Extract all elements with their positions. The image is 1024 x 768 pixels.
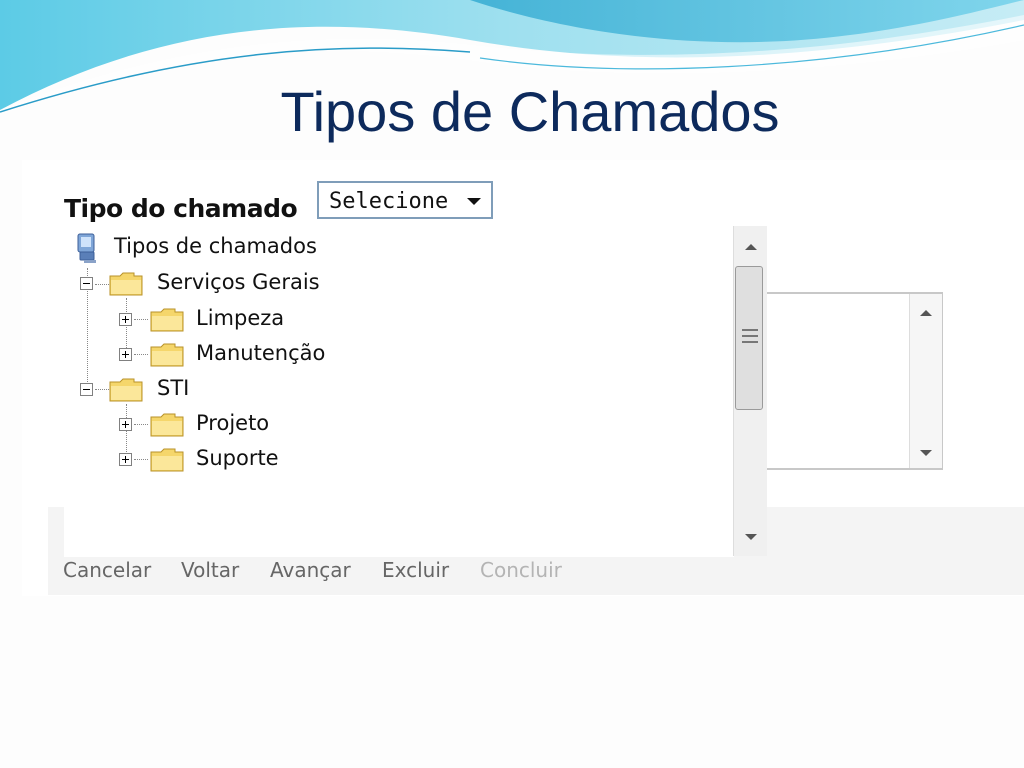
grip-icon: [742, 335, 758, 337]
collapse-icon[interactable]: [80, 383, 93, 396]
tree-root[interactable]: Tipos de chamados: [70, 232, 330, 263]
scrollbar-thumb[interactable]: [735, 266, 763, 410]
scroll-down-icon[interactable]: [734, 522, 767, 552]
back-link[interactable]: Voltar: [181, 558, 239, 582]
cancel-link[interactable]: Cancelar: [63, 558, 151, 582]
tree-node-label: Manutenção: [196, 341, 326, 365]
scroll-down-icon[interactable]: [910, 438, 942, 468]
computer-icon: [77, 233, 96, 263]
folder-icon: [109, 272, 143, 296]
textarea-scrollbar[interactable]: [909, 294, 942, 468]
expand-icon[interactable]: [119, 313, 132, 326]
ticket-type-select[interactable]: Selecione: [317, 181, 493, 219]
folder-icon: [150, 413, 184, 437]
tree-node-label: Projeto: [196, 411, 270, 435]
dropdown-arrow-icon: [467, 198, 481, 205]
finish-link: Concluir: [480, 558, 562, 582]
slide-title: Tipos de Chamados: [280, 80, 780, 143]
tree-node-limpeza[interactable]: Limpeza: [119, 304, 339, 334]
delete-link[interactable]: Excluir: [382, 558, 449, 582]
grip-icon: [742, 329, 758, 331]
tree-node-manutencao[interactable]: Manutenção: [119, 339, 359, 369]
collapse-icon[interactable]: [80, 277, 93, 290]
grip-icon: [742, 341, 758, 343]
footer-spacer: [64, 507, 734, 557]
folder-icon: [150, 343, 184, 367]
scroll-up-icon[interactable]: [910, 298, 942, 328]
tree-node-label: STI: [157, 376, 190, 400]
tree-node-suporte[interactable]: Suporte: [119, 444, 319, 474]
tree-node-label: Suporte: [196, 446, 279, 470]
folder-icon: [150, 448, 184, 472]
ticket-type-label: Tipo do chamado: [64, 194, 298, 223]
expand-icon[interactable]: [119, 453, 132, 466]
next-link[interactable]: Avançar: [270, 558, 351, 582]
tree-node-sti[interactable]: STI: [80, 374, 280, 404]
expand-icon[interactable]: [119, 418, 132, 431]
tree-node-projeto[interactable]: Projeto: [119, 409, 319, 439]
tree-node-servicos-gerais[interactable]: Serviços Gerais: [80, 268, 340, 298]
tree-root-label: Tipos de chamados: [114, 234, 317, 258]
tree-node-label: Serviços Gerais: [157, 270, 320, 294]
folder-icon: [109, 378, 143, 402]
expand-icon[interactable]: [119, 348, 132, 361]
tree-node-label: Limpeza: [196, 306, 285, 330]
scroll-up-icon[interactable]: [734, 232, 767, 262]
select-value: Selecione: [329, 189, 449, 214]
folder-icon: [150, 308, 184, 332]
tree-scrollbar[interactable]: [733, 226, 767, 556]
